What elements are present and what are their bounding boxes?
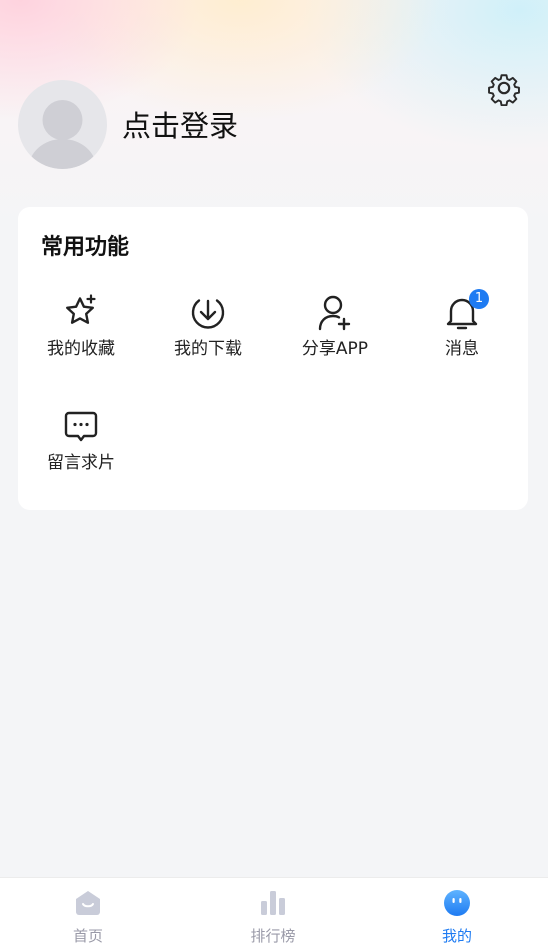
bar-chart-icon <box>261 891 285 915</box>
user-add-icon <box>318 295 351 331</box>
login-prompt[interactable]: 点击登录 <box>122 104 238 148</box>
tab-home[interactable]: 首页 <box>28 878 148 946</box>
download-circle-icon <box>191 299 225 329</box>
function-label: 留言求片 <box>47 453 115 473</box>
tab-ranking[interactable]: 排行榜 <box>213 878 333 946</box>
default-avatar-icon <box>28 100 97 169</box>
bottom-tab-bar: 首页 排行榜 我的 <box>0 877 548 952</box>
favorites-button[interactable]: 我的收藏 <box>21 293 141 362</box>
function-label: 消息 <box>445 339 479 359</box>
common-functions-card: 常用功能 我的收藏 我的下载 分享APP 1 消息 留言求片 <box>18 207 528 510</box>
request-film-button[interactable]: 留言求片 <box>21 407 141 476</box>
tab-label: 我的 <box>441 927 472 945</box>
home-icon <box>76 891 100 915</box>
message-dots-icon <box>64 411 98 442</box>
function-label: 我的收藏 <box>47 339 115 359</box>
star-sparkle-icon <box>66 294 96 324</box>
gear-icon <box>488 74 520 107</box>
share-app-button[interactable]: 分享APP <box>275 293 395 362</box>
function-label: 分享APP <box>301 339 369 359</box>
smiley-face-icon <box>444 890 470 916</box>
tab-label: 首页 <box>72 927 103 945</box>
avatar[interactable] <box>18 80 107 169</box>
messages-button[interactable]: 1 消息 <box>402 289 522 362</box>
tab-mine[interactable]: 我的 <box>397 878 517 946</box>
card-title: 常用功能 <box>41 235 130 260</box>
notification-badge: 1 <box>469 289 489 309</box>
settings-button[interactable] <box>486 70 522 107</box>
downloads-button[interactable]: 我的下载 <box>148 293 268 362</box>
function-label: 我的下载 <box>174 339 242 359</box>
tab-label: 排行榜 <box>250 927 296 945</box>
